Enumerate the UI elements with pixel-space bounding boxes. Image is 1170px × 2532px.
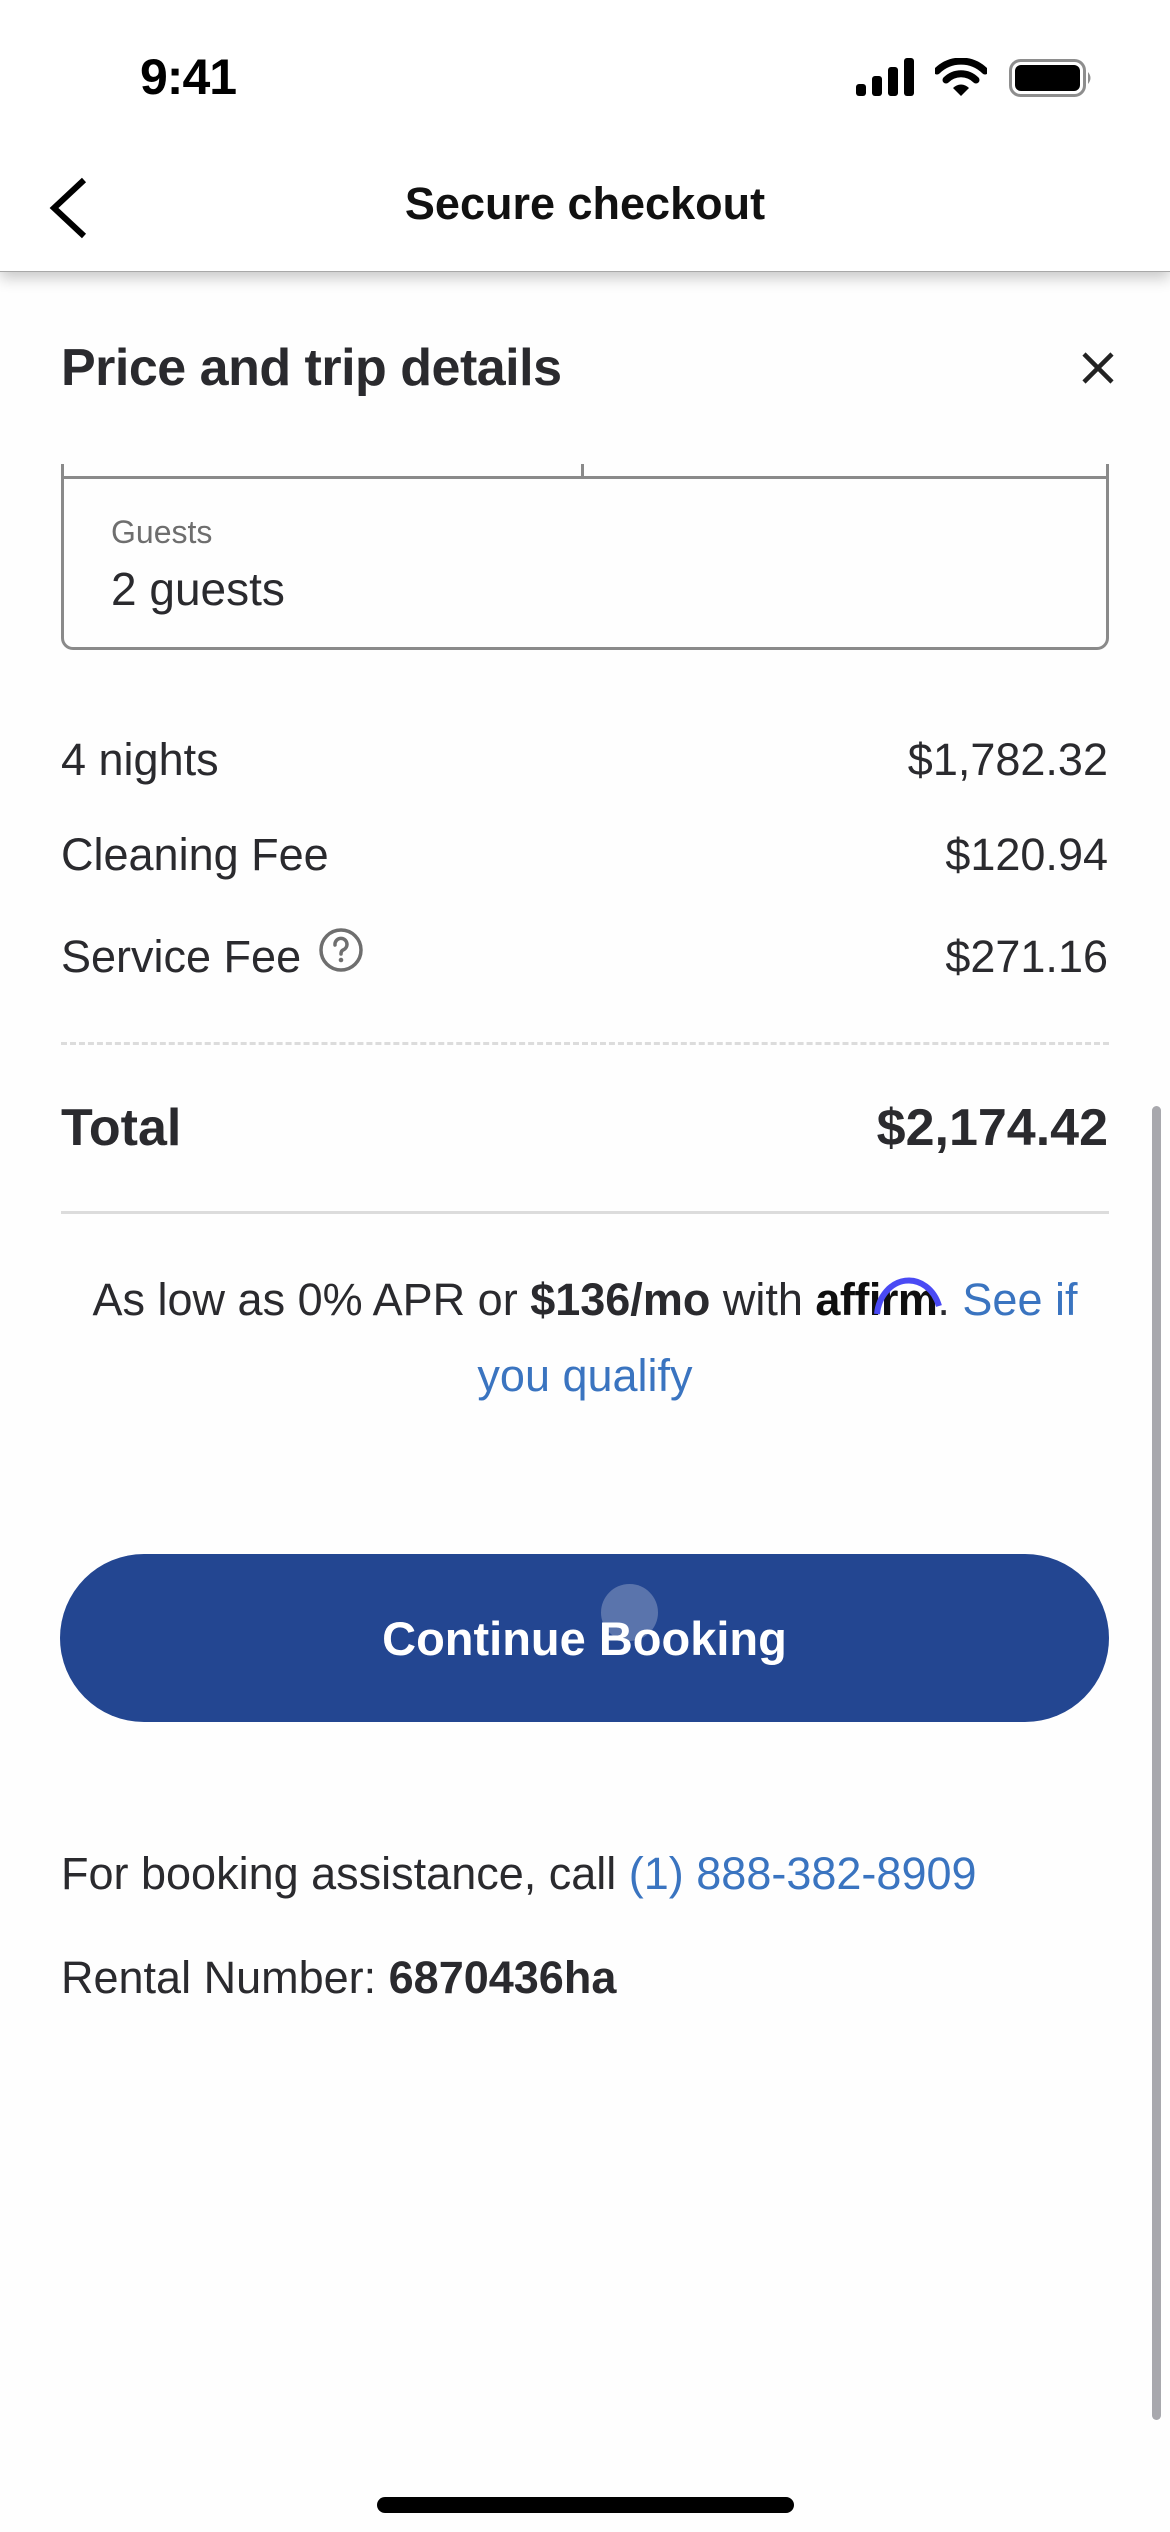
home-indicator[interactable] [377, 2497, 794, 2513]
guests-field-value[interactable]: 2 guests [111, 562, 285, 616]
close-icon[interactable] [1078, 348, 1118, 388]
affirm-middle: with [710, 1274, 816, 1325]
rental-number-value: 6870436ha [388, 1952, 617, 2003]
total-value: $2,174.42 [876, 1099, 1108, 1157]
nav-header [0, 0, 1170, 272]
wifi-icon [935, 58, 987, 96]
price-row-service-label: Service Fee [61, 931, 302, 982]
scrollbar[interactable] [1152, 1106, 1161, 2420]
price-row-service-value: $271.16 [945, 931, 1108, 982]
battery-icon [1009, 59, 1091, 97]
affirm-monthly: $136/mo [530, 1274, 711, 1325]
total-label: Total [61, 1099, 182, 1157]
affirm-financing-message: As low as 0% APR or $136/mo with affirm.… [61, 1262, 1109, 1414]
affirm-arc-icon [874, 1277, 943, 1315]
touch-indicator [601, 1584, 658, 1641]
price-row-nights-label: 4 nights [61, 734, 219, 785]
affirm-logo: affirm [815, 1262, 943, 1338]
price-row-cleaning-label: Cleaning Fee [61, 829, 329, 880]
sheet-title: Price and trip details [61, 339, 562, 397]
help-circle-icon[interactable] [318, 927, 364, 973]
rental-number: Rental Number: 6870436ha [61, 1952, 616, 2004]
affirm-prefix: As low as 0% APR or [92, 1274, 531, 1325]
cellular-signal-icon [856, 58, 914, 96]
price-row-nights-value: $1,782.32 [907, 734, 1108, 785]
page-title: Secure checkout [404, 178, 766, 229]
rental-number-label: Rental Number: [61, 1952, 389, 2003]
divider [61, 1211, 1109, 1214]
continue-booking-button[interactable]: Continue Booking [60, 1554, 1109, 1722]
assistance-text: For booking assistance, call [61, 1848, 629, 1899]
guests-field-label: Guests [111, 514, 213, 550]
booking-assistance: For booking assistance, call (1) 888-382… [61, 1848, 977, 1900]
status-time: 9:41 [140, 49, 237, 105]
dashed-divider [61, 1042, 1109, 1045]
price-row-cleaning-value: $120.94 [945, 829, 1108, 880]
phone-link[interactable]: (1) 888-382-8909 [629, 1848, 977, 1899]
